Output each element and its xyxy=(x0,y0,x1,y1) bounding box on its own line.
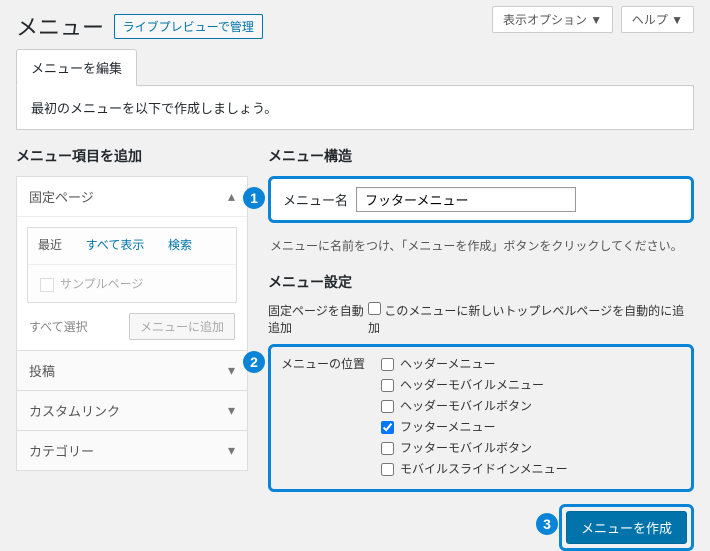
page-title: メニュー xyxy=(16,10,104,42)
menu-settings-heading: メニュー設定 xyxy=(268,272,694,292)
annotation-badge-2: 2 xyxy=(243,351,265,373)
sample-page-label: サンプルページ xyxy=(60,277,143,291)
location-label: ヘッダーモバイルボタン xyxy=(400,399,532,413)
menu-location-label: メニューの位置 xyxy=(281,355,381,372)
notice-box: 最初のメニューを以下で作成しましょう。 xyxy=(16,85,694,130)
location-label: ヘッダーモバイルメニュー xyxy=(400,378,544,392)
location-label: ヘッダーメニュー xyxy=(400,357,496,371)
location-label: モバイルスライドインメニュー xyxy=(400,462,568,476)
menu-name-highlight: 1 メニュー名 xyxy=(268,176,694,223)
accordion-pages[interactable]: 固定ページ ▴ xyxy=(17,177,247,216)
live-preview-button[interactable]: ライブプレビューで管理 xyxy=(114,14,263,39)
add-to-menu-button[interactable]: メニューに追加 xyxy=(129,313,235,340)
menu-name-input[interactable] xyxy=(356,187,576,212)
auto-add-text: このメニューに新しいトップレベルページを自動的に追加 xyxy=(368,304,684,335)
display-options-button[interactable]: 表示オプション ▼ xyxy=(492,6,613,33)
annotation-badge-1: 1 xyxy=(243,187,265,209)
location-label: フッターメニュー xyxy=(400,420,496,434)
location-option[interactable]: ヘッダーメニュー xyxy=(381,355,681,372)
menu-location-highlight: 2 メニューの位置 ヘッダーメニューヘッダーモバイルメニューヘッダーモバイルボタ… xyxy=(268,344,694,492)
subtab-search[interactable]: 検索 xyxy=(158,228,202,261)
chevron-down-icon: ▾ xyxy=(228,362,235,379)
annotation-badge-3: 3 xyxy=(536,513,558,535)
menu-structure-heading: メニュー構造 xyxy=(268,146,694,166)
location-checkbox[interactable] xyxy=(381,421,394,434)
location-option[interactable]: フッターモバイルボタン xyxy=(381,439,681,456)
accordion-posts[interactable]: 投稿 ▾ xyxy=(17,351,247,390)
location-option[interactable]: ヘッダーモバイルメニュー xyxy=(381,376,681,393)
accordion-posts-label: 投稿 xyxy=(29,361,55,380)
location-option[interactable]: モバイルスライドインメニュー xyxy=(381,460,681,477)
auto-add-checkbox[interactable] xyxy=(368,302,381,315)
menu-name-label: メニュー名 xyxy=(283,190,348,209)
location-label: フッターモバイルボタン xyxy=(400,441,532,455)
subtab-recent[interactable]: 最近 xyxy=(28,228,72,264)
chevron-up-icon: ▴ xyxy=(228,188,235,205)
location-checkbox[interactable] xyxy=(381,400,394,413)
sample-page-checkbox[interactable] xyxy=(40,278,54,292)
location-option[interactable]: フッターメニュー xyxy=(381,418,681,435)
accordion-category-label: カテゴリー xyxy=(29,441,94,460)
subtab-all[interactable]: すべて表示 xyxy=(76,228,155,261)
chevron-down-icon: ▾ xyxy=(228,442,235,459)
accordion-custom-link[interactable]: カスタムリンク ▾ xyxy=(17,391,247,430)
location-checkbox[interactable] xyxy=(381,379,394,392)
location-checkbox[interactable] xyxy=(381,442,394,455)
location-checkbox[interactable] xyxy=(381,358,394,371)
auto-add-label: 固定ページを自動追加 xyxy=(268,302,368,336)
add-items-heading: メニュー項目を追加 xyxy=(16,146,248,166)
auto-add-checkbox-label[interactable]: このメニューに新しいトップレベルページを自動的に追加 xyxy=(368,304,684,335)
help-button[interactable]: ヘルプ ▼ xyxy=(621,6,694,33)
create-menu-button[interactable]: メニューを作成 xyxy=(566,511,687,544)
location-option[interactable]: ヘッダーモバイルボタン xyxy=(381,397,681,414)
accordion-pages-label: 固定ページ xyxy=(29,187,94,206)
create-button-highlight: 3 メニューを作成 xyxy=(559,504,694,551)
tab-edit-menu[interactable]: メニューを編集 xyxy=(16,49,137,86)
location-checkbox[interactable] xyxy=(381,463,394,476)
select-all-link[interactable]: すべて選択 xyxy=(29,318,88,335)
help-text: メニューに名前をつけ、「メニューを作成」ボタンをクリックしてください。 xyxy=(270,237,694,254)
accordion: 固定ページ ▴ 最近 すべて表示 検索 サンプルページ xyxy=(16,176,248,471)
accordion-custom-label: カスタムリンク xyxy=(29,401,120,420)
accordion-category[interactable]: カテゴリー ▾ xyxy=(17,431,247,470)
chevron-down-icon: ▾ xyxy=(228,402,235,419)
